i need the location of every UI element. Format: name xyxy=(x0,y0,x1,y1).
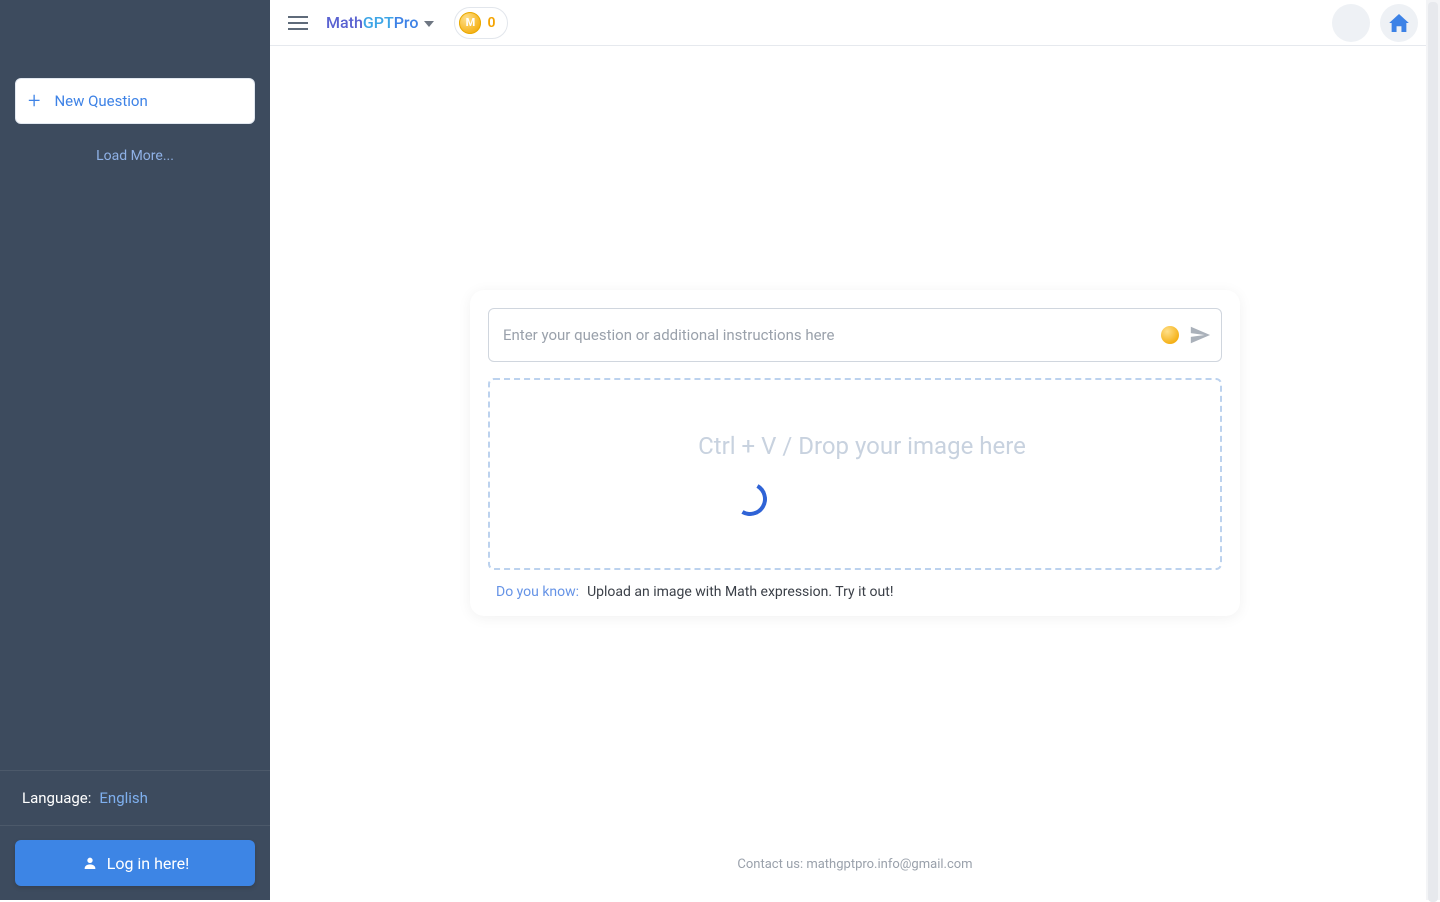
coin-cost-icon[interactable] xyxy=(1161,326,1179,344)
person-icon xyxy=(81,854,99,872)
composer-card: Ctrl + V / Drop your image here Do you k… xyxy=(470,290,1240,616)
brand-dropdown[interactable]: MathGPTPro xyxy=(326,13,434,32)
home-button[interactable] xyxy=(1380,4,1418,42)
question-input[interactable] xyxy=(503,326,1161,344)
topbar-right xyxy=(1332,4,1426,42)
language-selector[interactable]: Language: English xyxy=(0,771,270,826)
send-icon xyxy=(1189,324,1211,346)
load-more-button[interactable]: Load More... xyxy=(15,148,255,164)
login-label: Log in here! xyxy=(107,854,190,873)
image-dropzone[interactable]: Ctrl + V / Drop your image here xyxy=(488,378,1222,570)
tip-text: Upload an image with Math expression. Tr… xyxy=(587,584,893,600)
coin-count: 0 xyxy=(487,15,495,31)
language-value[interactable]: English xyxy=(99,789,148,807)
coin-icon: M xyxy=(459,12,481,34)
main-area: MathGPTPro M 0 Ctrl + xyxy=(270,0,1440,900)
notification-button[interactable] xyxy=(1332,4,1370,42)
menu-icon xyxy=(288,16,308,30)
language-label: Language: xyxy=(22,789,91,807)
plus-icon: + xyxy=(28,89,40,114)
new-question-label: New Question xyxy=(54,92,147,110)
menu-toggle-button[interactable] xyxy=(284,9,312,37)
sidebar-top: + New Question Load More... xyxy=(0,0,270,770)
dropzone-hint: Ctrl + V / Drop your image here xyxy=(698,432,1026,460)
content: Ctrl + V / Drop your image here Do you k… xyxy=(270,46,1440,900)
home-icon xyxy=(1389,14,1409,32)
send-button[interactable] xyxy=(1189,324,1211,346)
brand-part1: Math xyxy=(326,13,363,32)
question-input-row xyxy=(488,308,1222,362)
tip-row: Do you know: Upload an image with Math e… xyxy=(488,584,1222,600)
new-question-button[interactable]: + New Question xyxy=(15,78,255,124)
loading-spinner-icon xyxy=(729,478,771,520)
sidebar-bottom: Language: English Log in here! xyxy=(0,770,270,900)
topbar: MathGPTPro M 0 xyxy=(270,0,1440,46)
vertical-scrollbar[interactable] xyxy=(1426,0,1440,900)
brand-part2: GPT xyxy=(363,13,394,32)
chevron-down-icon xyxy=(424,16,434,30)
coin-balance-chip[interactable]: M 0 xyxy=(454,7,508,39)
brand-part3: Pro xyxy=(394,13,419,32)
login-button[interactable]: Log in here! xyxy=(15,840,255,886)
sidebar: + New Question Load More... Language: En… xyxy=(0,0,270,900)
footer-contact: Contact us: mathgptpro.info@gmail.com xyxy=(270,857,1440,872)
tip-label: Do you know: xyxy=(496,584,579,600)
